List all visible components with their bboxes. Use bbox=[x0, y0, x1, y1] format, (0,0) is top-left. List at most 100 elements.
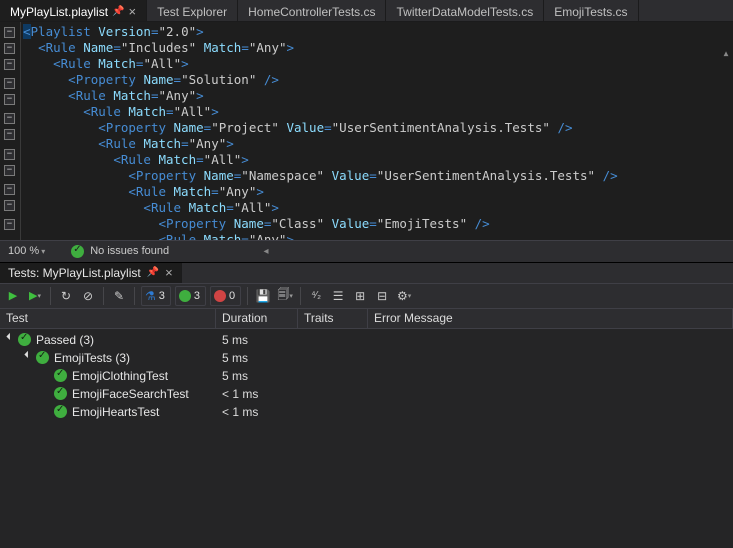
passed-tests-pill[interactable]: 3 bbox=[175, 286, 206, 306]
col-error-header[interactable]: Error Message bbox=[368, 309, 733, 328]
fold-toggle[interactable]: − bbox=[4, 200, 15, 211]
col-test-header[interactable]: Test bbox=[0, 309, 216, 328]
pass-icon bbox=[179, 290, 191, 302]
code-line[interactable]: <Playlist Version="2.0"> bbox=[23, 24, 733, 40]
test-row[interactable]: EmojiTests (3) 5 ms bbox=[0, 349, 733, 367]
editor-status-bar: 100 % ▾ No issues found ◂ bbox=[0, 240, 733, 262]
tab-label: TwitterDataModelTests.cs bbox=[396, 5, 533, 19]
editor-tab[interactable]: MyPlayList.playlist 📌 × bbox=[0, 0, 147, 21]
fold-toggle[interactable]: − bbox=[4, 27, 15, 38]
expand-button[interactable]: ⊞ bbox=[351, 286, 369, 306]
test-row[interactable]: EmojiClothingTest 5 ms bbox=[0, 367, 733, 385]
tab-label: Test Explorer bbox=[157, 5, 227, 19]
close-icon[interactable]: × bbox=[165, 265, 173, 280]
total-count: 3 bbox=[159, 290, 165, 302]
chevron-down-icon: ▾ bbox=[41, 247, 45, 256]
editor-tab[interactable]: TwitterDataModelTests.cs bbox=[386, 0, 544, 21]
repeat-button[interactable]: ↻ bbox=[57, 286, 75, 306]
test-label: EmojiTests (3) bbox=[54, 351, 130, 365]
expand-toggle[interactable] bbox=[6, 335, 16, 345]
code-line[interactable]: <Rule Match="All"> bbox=[23, 104, 733, 120]
zoom-level[interactable]: 100 % ▾ bbox=[0, 245, 53, 257]
test-duration: 5 ms bbox=[216, 351, 298, 365]
code-line[interactable]: <Rule Match="All"> bbox=[23, 200, 733, 216]
close-icon[interactable]: × bbox=[128, 4, 136, 19]
code-line[interactable]: <Rule Name="Includes" Match="Any"> bbox=[23, 40, 733, 56]
test-duration: 5 ms bbox=[216, 333, 298, 347]
fail-icon bbox=[214, 290, 226, 302]
scroll-up-icon[interactable]: ▴ bbox=[719, 46, 733, 60]
check-icon bbox=[71, 245, 84, 258]
col-traits-header[interactable]: Traits bbox=[298, 309, 368, 328]
profile-button[interactable]: ⁴⁄₂ bbox=[307, 286, 325, 306]
playlist-button[interactable]: 🗐▾ bbox=[276, 286, 294, 306]
collapse-button[interactable]: ⊟ bbox=[373, 286, 391, 306]
test-row[interactable]: EmojiHeartsTest < 1 ms bbox=[0, 403, 733, 421]
tab-label: HomeControllerTests.cs bbox=[248, 5, 375, 19]
editor-tab[interactable]: EmojiTests.cs bbox=[544, 0, 638, 21]
clear-results-button[interactable]: ⊘ bbox=[79, 286, 97, 306]
test-label: EmojiHeartsTest bbox=[72, 405, 159, 419]
run-all-button[interactable]: ▶ bbox=[4, 286, 22, 306]
issues-text: No issues found bbox=[90, 245, 169, 257]
failed-count: 0 bbox=[229, 290, 235, 302]
settings-button[interactable]: ⚙▾ bbox=[395, 286, 413, 306]
code-line[interactable]: <Rule Match="Any"> bbox=[23, 136, 733, 152]
test-label: EmojiClothingTest bbox=[72, 369, 168, 383]
tab-label: EmojiTests.cs bbox=[554, 5, 627, 19]
col-duration-header[interactable]: Duration bbox=[216, 309, 298, 328]
expand-toggle[interactable] bbox=[24, 353, 34, 363]
tab-label: MyPlayList.playlist bbox=[10, 5, 108, 19]
fold-toggle[interactable]: − bbox=[4, 165, 15, 176]
pass-icon bbox=[36, 351, 49, 364]
code-line[interactable]: <Rule Match="Any"> bbox=[23, 232, 733, 240]
editor-tab[interactable]: HomeControllerTests.cs bbox=[238, 0, 386, 21]
pass-icon bbox=[54, 387, 67, 400]
test-row[interactable]: Passed (3) 5 ms bbox=[0, 331, 733, 349]
code-line[interactable]: <Rule Match="All"> bbox=[23, 56, 733, 72]
tests-pane-tabrow: Tests: MyPlayList.playlist 📌 × bbox=[0, 262, 733, 283]
code-line[interactable]: <Property Name="Namespace" Value="UserSe… bbox=[23, 168, 733, 184]
code-area[interactable]: <Playlist Version="2.0"> <Rule Name="Inc… bbox=[20, 22, 733, 240]
test-duration: 5 ms bbox=[216, 369, 298, 383]
zoom-value: 100 % bbox=[8, 245, 39, 257]
code-line[interactable]: <Rule Match="Any"> bbox=[23, 184, 733, 200]
save-button[interactable]: 💾 bbox=[254, 286, 272, 306]
test-row[interactable]: EmojiFaceSearchTest< 1 ms bbox=[0, 385, 733, 403]
tests-toolbar: ▶ ▶▾ ↻ ⊘ ✎ ⚗ 3 3 0 💾 🗐▾ ⁴⁄₂ ☰ ⊞ ⊟ ⚙▾ bbox=[0, 283, 733, 309]
run-button[interactable]: ▶▾ bbox=[26, 286, 44, 306]
issues-status[interactable]: No issues found bbox=[71, 245, 169, 258]
test-duration: < 1 ms bbox=[216, 405, 298, 419]
editor-tab[interactable]: Test Explorer bbox=[147, 0, 238, 21]
pin-icon[interactable]: 📌 bbox=[112, 6, 124, 17]
total-tests-pill[interactable]: ⚗ 3 bbox=[141, 286, 171, 306]
scroll-left-icon[interactable]: ◂ bbox=[260, 245, 272, 259]
code-editor[interactable]: − − − − − − − − − − − − <Playlist Version="2.0"> <R… bbox=[0, 22, 733, 240]
test-results-tree[interactable]: Passed (3)5 msEmojiTests (3)5 msEmojiClo… bbox=[0, 329, 733, 548]
fold-toggle[interactable]: − bbox=[4, 184, 15, 195]
tests-tab-label: Tests: MyPlayList.playlist bbox=[8, 266, 141, 280]
code-line[interactable]: <Property Name="Project" Value="UserSent… bbox=[23, 120, 733, 136]
code-line[interactable]: <Rule Match="Any"> bbox=[23, 88, 733, 104]
pass-icon bbox=[54, 405, 67, 418]
fold-toggle[interactable]: − bbox=[4, 43, 15, 54]
pin-icon[interactable]: 📌 bbox=[147, 267, 159, 278]
fold-toggle[interactable]: − bbox=[4, 78, 15, 89]
fold-toggle[interactable]: − bbox=[4, 129, 15, 140]
fold-toggle[interactable]: − bbox=[4, 59, 15, 70]
fold-toggle[interactable]: − bbox=[4, 219, 15, 230]
failed-tests-pill[interactable]: 0 bbox=[210, 286, 241, 306]
code-line[interactable]: <Rule Match="All"> bbox=[23, 152, 733, 168]
test-label: Passed (3) bbox=[36, 333, 94, 347]
code-line[interactable]: <Property Name="Class" Value="EmojiTests… bbox=[23, 216, 733, 232]
pass-icon bbox=[54, 369, 67, 382]
edit-playlist-button[interactable]: ✎ bbox=[110, 286, 128, 306]
fold-toggle[interactable]: − bbox=[4, 149, 15, 160]
code-line[interactable]: <Property Name="Solution" /> bbox=[23, 72, 733, 88]
tests-pane-tab[interactable]: Tests: MyPlayList.playlist 📌 × bbox=[0, 263, 182, 283]
group-by-button[interactable]: ☰ bbox=[329, 286, 347, 306]
results-grid-header: Test Duration Traits Error Message bbox=[0, 309, 733, 329]
fold-toggle[interactable]: − bbox=[4, 94, 15, 105]
fold-toggle[interactable]: − bbox=[4, 113, 15, 124]
editor-tab-bar: MyPlayList.playlist 📌 × Test Explorer HomeCo… bbox=[0, 0, 733, 22]
